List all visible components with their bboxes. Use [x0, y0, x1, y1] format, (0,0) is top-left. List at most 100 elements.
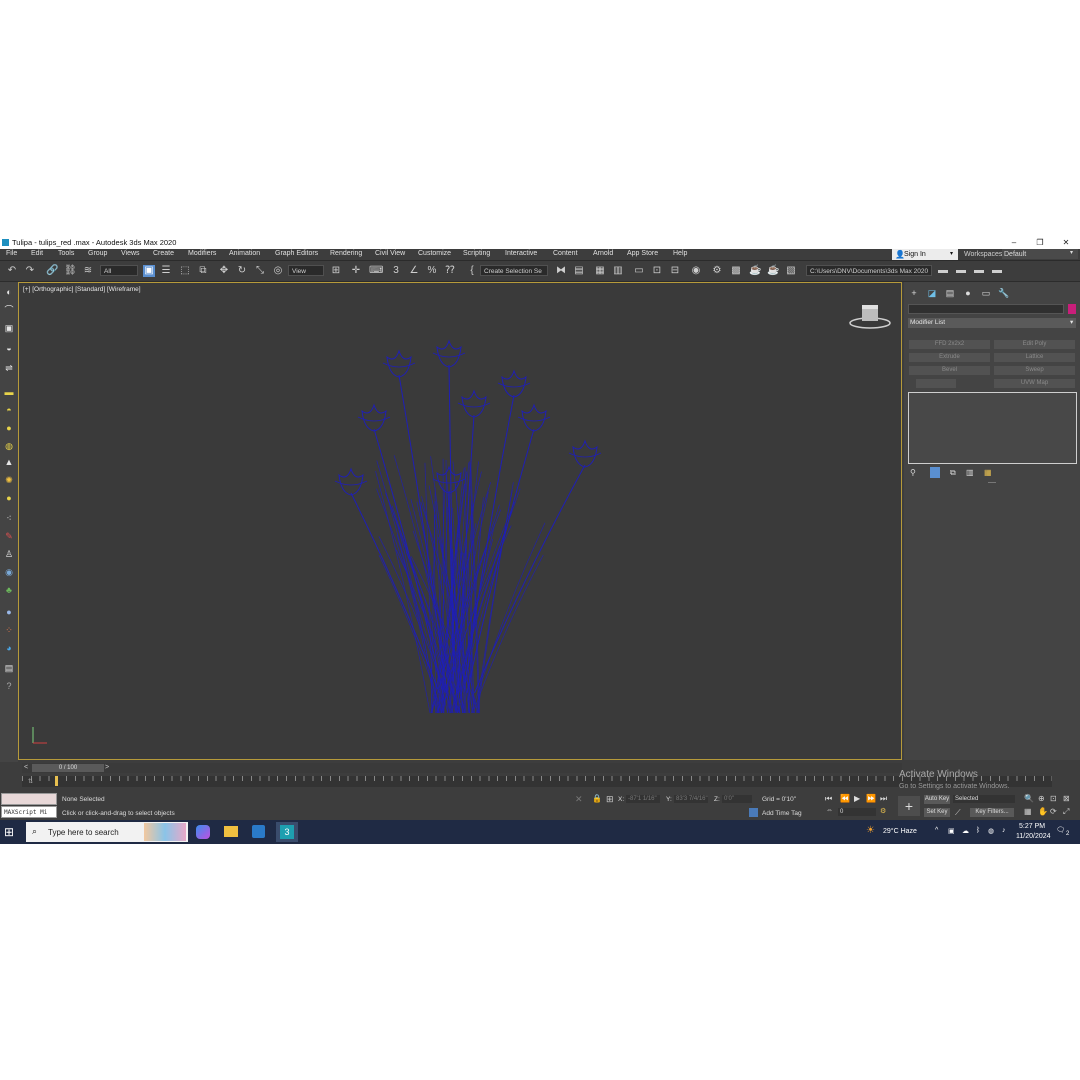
- hierarchy-tab-icon[interactable]: ▤: [944, 287, 956, 299]
- modifier-bevel-button[interactable]: Bevel: [909, 366, 990, 375]
- show-end-result-icon[interactable]: [930, 467, 940, 478]
- key-filters-button[interactable]: Key Filters...: [970, 808, 1014, 817]
- zoom-icon[interactable]: 🔍: [1024, 794, 1034, 803]
- menu-content[interactable]: Content: [553, 250, 578, 257]
- orbit-icon[interactable]: ⟳: [1050, 807, 1057, 816]
- box-icon[interactable]: ▬: [3, 386, 15, 398]
- zoom-all-icon[interactable]: ⊕: [1038, 794, 1045, 803]
- maxscript-listener-field[interactable]: [1, 793, 57, 805]
- edit-named-selection-icon[interactable]: {: [466, 265, 478, 277]
- copilot-icon[interactable]: [196, 825, 210, 839]
- modifier-sweep-button[interactable]: Sweep: [994, 366, 1075, 375]
- 3dsmax-taskbar-button[interactable]: 3: [276, 822, 298, 842]
- render-in-cloud-icon[interactable]: ▧: [785, 265, 797, 277]
- ribbon-toggle-icon[interactable]: ▭: [633, 265, 645, 277]
- figure-icon[interactable]: ♙: [3, 548, 15, 560]
- field-of-view-icon[interactable]: ▦: [1024, 807, 1032, 816]
- network-globe-icon[interactable]: ◍: [988, 827, 994, 835]
- object-color-swatch[interactable]: [1068, 304, 1076, 314]
- make-unique-icon[interactable]: ⧉: [950, 468, 956, 478]
- minimize-button[interactable]: –: [1003, 237, 1025, 248]
- chevron-up-icon[interactable]: ^: [935, 827, 938, 834]
- sphere-icon[interactable]: ◓: [3, 404, 15, 416]
- time-slider[interactable]: 0 / 100: [32, 764, 104, 772]
- panel-divider[interactable]: [988, 482, 996, 483]
- menu-interactive[interactable]: Interactive: [505, 250, 537, 257]
- material-editor-icon[interactable]: ◉: [690, 265, 702, 277]
- project-folder-icon[interactable]: ▬: [937, 265, 949, 277]
- z-coord-field[interactable]: 0'0": [722, 795, 752, 803]
- menu-create[interactable]: Create: [153, 250, 174, 257]
- create-cameras-icon[interactable]: ◒: [3, 342, 15, 354]
- menu-edit[interactable]: Edit: [31, 250, 43, 257]
- pivot-point-icon[interactable]: ⊞: [330, 265, 342, 277]
- create-lights-icon[interactable]: ▣: [3, 322, 15, 334]
- menu-app-store[interactable]: App Store: [627, 250, 658, 257]
- percent-snap-icon[interactable]: %: [426, 265, 438, 277]
- create-geometry-icon[interactable]: ◐: [3, 286, 15, 298]
- menu-arnold[interactable]: Arnold: [593, 250, 613, 257]
- sign-in-dropdown[interactable]: 👤 Sign In ▾: [892, 249, 958, 260]
- auto-key-button[interactable]: Auto Key: [924, 795, 950, 804]
- windows-start-icon[interactable]: ⊞: [4, 826, 16, 838]
- render-production-icon[interactable]: ☕: [749, 265, 761, 277]
- scripts-icon[interactable]: ▤: [3, 662, 15, 674]
- menu-customize[interactable]: Customize: [418, 250, 451, 257]
- project-path-select[interactable]: C:\Users\DNV\Documents\3ds Max 2020: [806, 265, 932, 276]
- absolute-mode-icon[interactable]: ⊞: [606, 794, 614, 805]
- menu-group[interactable]: Group: [88, 250, 107, 257]
- menu-animation[interactable]: Animation: [229, 250, 260, 257]
- perspective-viewport[interactable]: [+] [Orthographic] [Standard] [Wireframe…: [18, 282, 902, 760]
- curve-editor-icon[interactable]: ⊡: [651, 265, 663, 277]
- scene-explorer-icon[interactable]: ▦: [594, 265, 606, 277]
- x-coord-field[interactable]: -87'1 1/16": [626, 795, 660, 803]
- render-setup-icon[interactable]: ⚙: [711, 265, 723, 277]
- taskbar-search-box[interactable]: ⌕ Type here to search: [26, 822, 188, 842]
- modifier-ffd-button[interactable]: FFD 2x2x2: [909, 340, 990, 349]
- scale-icon[interactable]: ⤡: [254, 265, 266, 277]
- restore-button[interactable]: ❐: [1029, 237, 1051, 248]
- foliage-icon[interactable]: ♣: [3, 584, 15, 596]
- palette-icon[interactable]: ⁘: [3, 624, 15, 636]
- cylinder-icon[interactable]: ●: [3, 422, 15, 434]
- volume-icon[interactable]: ♪: [1002, 827, 1006, 834]
- browser-app-icon[interactable]: [252, 825, 265, 838]
- project-settings-icon[interactable]: ▬: [991, 265, 1003, 277]
- next-frame-arrow-icon[interactable]: >: [105, 764, 109, 771]
- project-open-icon[interactable]: ▬: [955, 265, 967, 277]
- set-key-button[interactable]: Set Key: [924, 808, 950, 817]
- modifier-uvw-map-button[interactable]: UVW Map: [994, 379, 1075, 388]
- time-slider-track[interactable]: [22, 763, 902, 773]
- go-to-end-icon[interactable]: ⏭: [880, 794, 887, 804]
- selection-lock-icon[interactable]: 🔒: [592, 794, 602, 803]
- material-sphere-icon[interactable]: ●: [3, 606, 15, 618]
- add-time-tag-label[interactable]: Add Time Tag: [762, 810, 802, 817]
- key-mode-toggle-icon[interactable]: ⇔: [826, 807, 833, 814]
- arnold-icon[interactable]: ◕: [3, 642, 15, 654]
- menu-scripting[interactable]: Scripting: [463, 250, 490, 257]
- select-object-icon[interactable]: ▣: [143, 265, 155, 277]
- key-tangent-icon[interactable]: ⟋: [955, 808, 961, 818]
- menu-rendering[interactable]: Rendering: [330, 250, 362, 257]
- menu-views[interactable]: Views: [121, 250, 140, 257]
- maxscript-mini-listener[interactable]: MAXScript Mi: [1, 806, 57, 818]
- keyboard-shortcut-icon[interactable]: ⌨: [369, 265, 383, 277]
- display-tab-icon[interactable]: ▭: [980, 287, 992, 299]
- menu-file[interactable]: File: [6, 250, 17, 257]
- angle-snap-icon[interactable]: ∠: [408, 265, 420, 277]
- time-configuration-icon[interactable]: ⚙: [880, 807, 886, 815]
- select-by-name-icon[interactable]: ☰: [160, 265, 172, 277]
- create-shapes-icon[interactable]: ⌒: [3, 304, 15, 316]
- object-name-field[interactable]: [908, 304, 1064, 314]
- layer-explorer-icon[interactable]: ▥: [612, 265, 624, 277]
- previous-frame-icon[interactable]: ⏪: [840, 794, 850, 803]
- file-explorer-icon[interactable]: [224, 826, 238, 837]
- isolate-selection-icon[interactable]: ✕: [575, 794, 583, 805]
- torus-icon[interactable]: ◍: [3, 440, 15, 452]
- cone-icon[interactable]: ▲: [3, 456, 15, 468]
- notifications-icon[interactable]: 🗨: [1056, 826, 1065, 834]
- modifier-edit-poly-button[interactable]: Edit Poly: [994, 340, 1075, 349]
- schematic-view-icon[interactable]: ⊟: [669, 265, 681, 277]
- dynamics-icon[interactable]: ✎: [3, 530, 15, 542]
- render-iterative-icon[interactable]: ☕: [767, 265, 779, 277]
